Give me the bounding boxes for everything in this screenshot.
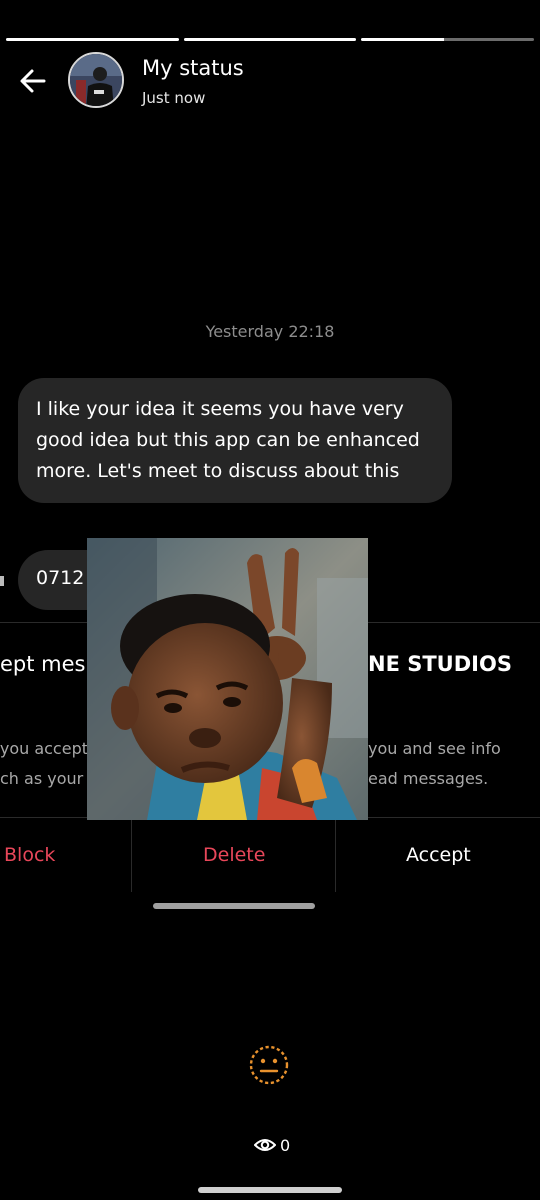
- block-button[interactable]: Block: [4, 844, 55, 866]
- info-line: ch as your: [0, 769, 84, 788]
- progress-segment-2: [183, 38, 357, 41]
- divider: [335, 818, 336, 892]
- partial-avatar-edge: [0, 576, 4, 586]
- arrow-left-icon: [20, 69, 46, 93]
- status-progress: [6, 38, 535, 41]
- avatar[interactable]: [68, 52, 124, 108]
- request-info-left: you accept, ch as your: [0, 734, 88, 794]
- request-text-left: ept mes you accept, ch as your: [0, 652, 88, 794]
- back-button[interactable]: [16, 64, 50, 98]
- request-actions: Block Delete Accept: [0, 818, 540, 892]
- info-line: ead messages.: [368, 769, 489, 788]
- info-line: you accept,: [0, 739, 88, 758]
- message-bubble: I like your idea it seems you have very …: [18, 378, 452, 503]
- progress-segment-3: [361, 38, 535, 41]
- avatar-photo: [70, 54, 122, 106]
- request-text-right: NE STUDIOS you and see info ead messages…: [368, 652, 540, 794]
- chat-timestamp: Yesterday 22:18: [205, 322, 335, 341]
- status-time: Just now: [142, 89, 206, 107]
- request-heading-left: ept mes: [0, 652, 86, 676]
- progress-segment-1: [6, 38, 179, 41]
- eye-icon: [254, 1139, 276, 1151]
- request-info-right: you and see info ead messages.: [368, 734, 540, 794]
- status-title: My status: [142, 56, 244, 80]
- views-indicator[interactable]: 0: [254, 1134, 290, 1156]
- divider: [131, 818, 132, 892]
- neutral-face-icon: [249, 1045, 289, 1085]
- reaction-button[interactable]: [248, 1044, 290, 1086]
- info-line: you and see info: [368, 739, 501, 758]
- screenshot-home-indicator: [153, 903, 315, 909]
- request-heading-right: NE STUDIOS: [368, 652, 512, 676]
- accept-button[interactable]: Accept: [406, 844, 471, 866]
- views-count: 0: [280, 1135, 291, 1155]
- delete-button[interactable]: Delete: [203, 844, 265, 866]
- meme-photo: [87, 538, 368, 820]
- home-indicator[interactable]: [198, 1187, 342, 1193]
